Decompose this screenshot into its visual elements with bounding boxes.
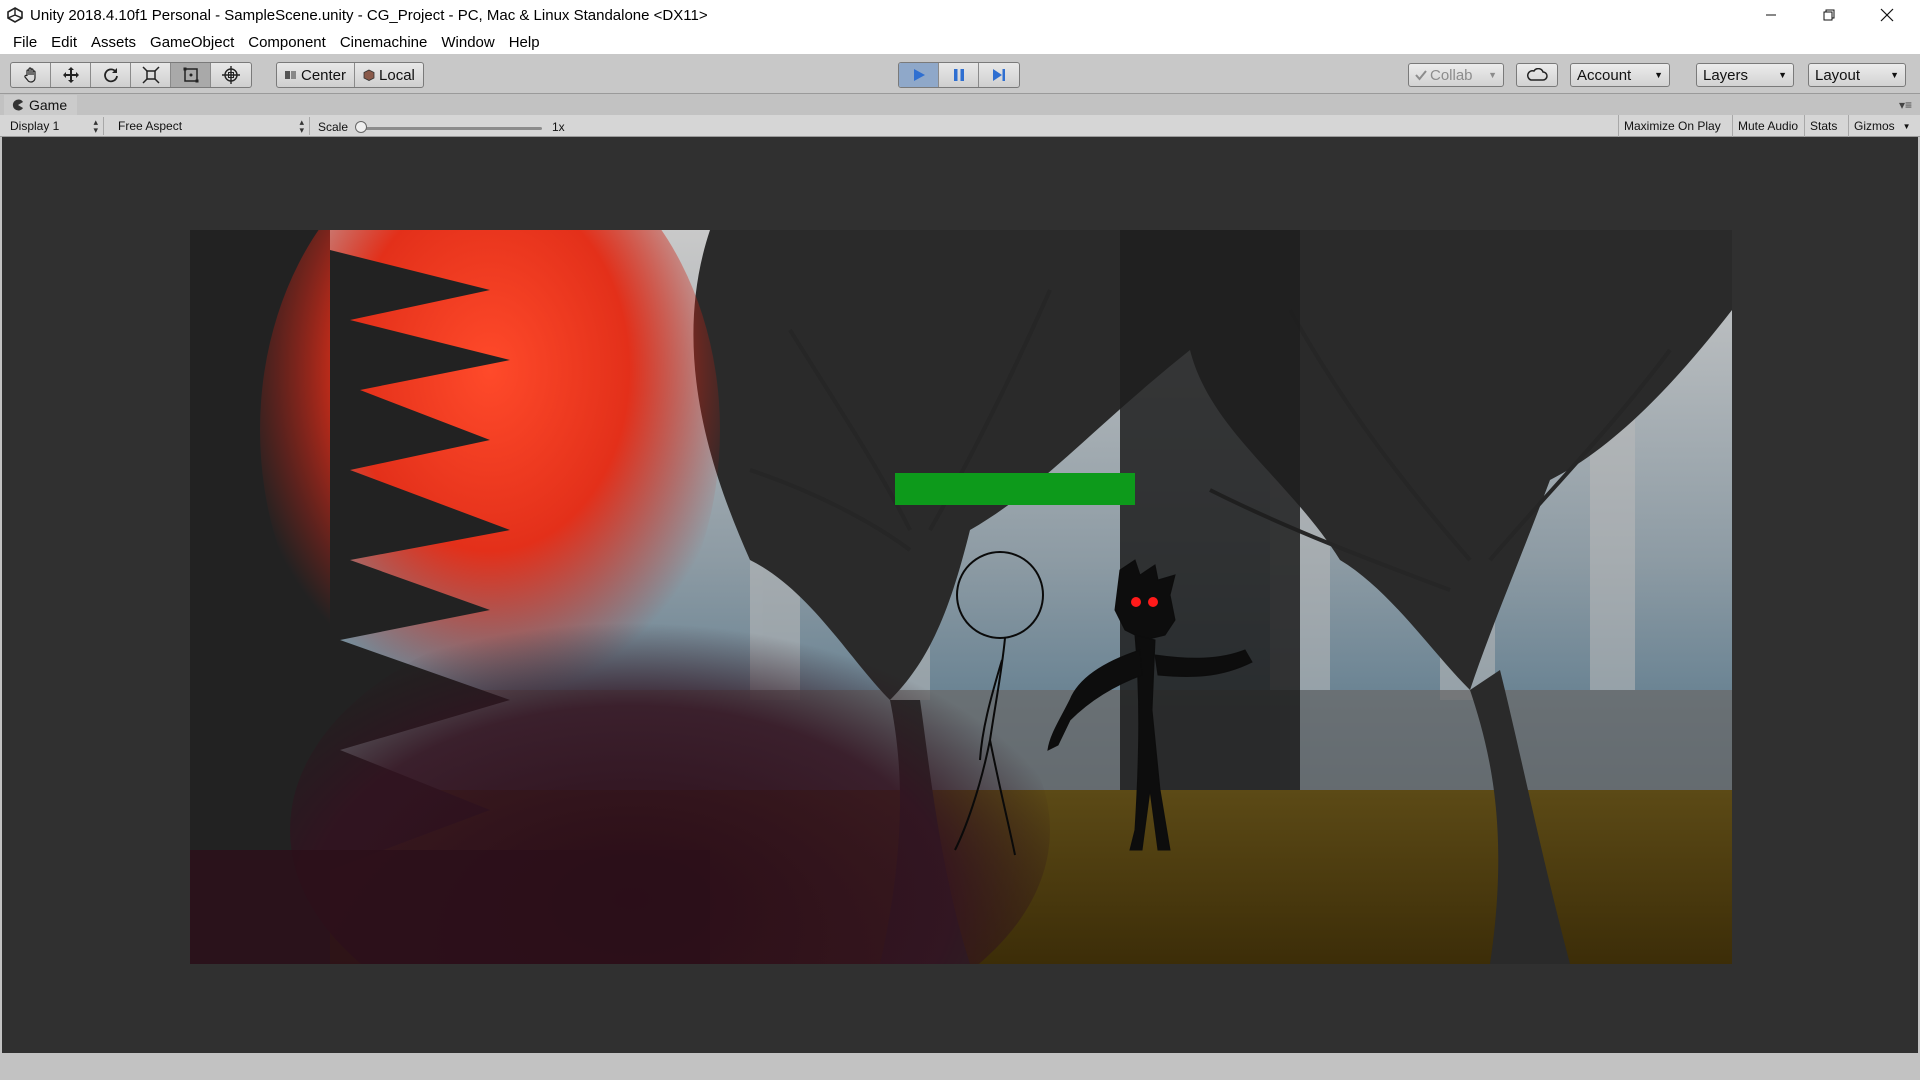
menu-cinemachine[interactable]: Cinemachine [333,34,435,51]
check-icon [1415,70,1427,81]
minimize-icon [1766,14,1776,16]
display-label: Display 1 [10,119,60,133]
pivot-controls: Center Local [276,62,424,88]
cloud-icon [1527,68,1548,81]
unity-logo-icon [0,0,30,30]
close-button[interactable] [1858,0,1916,30]
scale-label: Scale [318,120,349,134]
chevron-down-icon: ▼ [1488,70,1497,80]
panel-menu-icon[interactable]: ▾≡ [1899,98,1912,112]
stats-toggle[interactable]: Stats [1804,115,1842,137]
pause-button[interactable] [939,63,979,87]
tab-game[interactable]: Game [4,95,78,115]
layers-dropdown[interactable]: Layers ▼ [1696,63,1794,87]
chevron-down-icon: ▼ [1654,70,1663,80]
transform-tool-button[interactable] [211,63,251,87]
game-scene-render [190,230,1732,964]
menu-edit[interactable]: Edit [44,34,84,51]
play-controls [898,62,1020,88]
main-toolbar: Center Local Collab ▼ Account ▼ Layers ▼ [0,54,1920,94]
gizmos-toggle[interactable]: Gizmos ▼ [1848,115,1918,137]
game-view-toolbar: Display 1 ▴ ▾ Free Aspect ▴ ▾ Scale 1x Max… [0,115,1920,137]
step-icon [993,69,1005,81]
pivot-rotation-label: Local [379,66,415,84]
menu-help[interactable]: Help [502,34,547,51]
pivot-mode-label: Center [301,66,347,84]
window-title: Unity 2018.4.10f1 Personal - SampleScene… [30,6,708,24]
menu-window[interactable]: Window [434,34,501,51]
menu-file[interactable]: File [6,34,44,51]
rotate-tool-icon [103,68,118,83]
menu-bar: File Edit Assets GameObject Component Ci… [0,30,1920,54]
rotate-tool-button[interactable] [91,63,131,87]
pivot-mode-button[interactable]: Center [277,63,356,87]
aspect-label: Free Aspect [118,119,183,133]
scale-slider-thumb[interactable] [355,121,367,133]
chevron-down-icon: ▼ [1902,121,1911,131]
close-icon [1880,8,1894,22]
hand-tool-button[interactable] [11,63,51,87]
menu-assets[interactable]: Assets [84,34,143,51]
menu-gameobject[interactable]: GameObject [143,34,241,51]
tab-game-label: Game [29,97,68,113]
rect-tool-button[interactable] [171,63,211,87]
hand-tool-icon [23,67,36,83]
layers-label: Layers [1703,66,1749,84]
game-scene[interactable] [190,230,1732,964]
layout-label: Layout [1815,66,1861,84]
pacman-game-icon [12,99,23,111]
restore-button[interactable] [1800,0,1858,30]
chevron-down-icon: ▼ [1890,70,1899,80]
pivot-center-icon [285,71,296,79]
stats-label: Stats [1810,119,1838,133]
local-cube-icon [363,69,375,81]
move-tool-button[interactable] [51,63,91,87]
game-viewport[interactable] [2,137,1918,1053]
play-button[interactable] [899,63,939,87]
transform-tool-icon [222,66,240,84]
mute-audio-label: Mute Audio [1738,119,1799,133]
layout-dropdown[interactable]: Layout ▼ [1808,63,1906,87]
account-dropdown[interactable]: Account ▼ [1570,63,1670,87]
panel-tab-bar: Game ▾≡ [0,95,1920,115]
scale-tool-icon [141,66,160,84]
cloud-button[interactable] [1516,63,1558,87]
collab-label: Collab [1430,66,1473,84]
account-label: Account [1577,66,1632,84]
scale-value: 1x [552,120,565,134]
pause-icon [953,69,964,81]
transform-tools [10,62,252,88]
display-select[interactable]: Display 1 ▴ ▾ [4,117,104,135]
step-button[interactable] [979,63,1019,87]
scale-tool-button[interactable] [131,63,171,87]
minimize-button[interactable] [1742,0,1800,30]
menu-component[interactable]: Component [241,34,333,51]
mute-audio-toggle[interactable]: Mute Audio [1732,115,1803,137]
scale-slider-track[interactable] [360,127,542,130]
updown-icon: ▴ ▾ [93,117,98,135]
maximize-on-play-label: Maximize On Play [1624,119,1721,133]
rect-tool-icon [183,67,198,83]
chevron-down-icon: ▼ [1778,70,1787,80]
maximize-on-play-toggle[interactable]: Maximize On Play [1618,115,1726,137]
title-bar: Unity 2018.4.10f1 Personal - SampleScene… [0,0,1920,30]
collab-dropdown[interactable]: Collab ▼ [1408,63,1504,87]
health-bar [895,473,1135,505]
move-tool-icon [62,67,79,83]
pivot-rotation-button[interactable]: Local [355,63,423,87]
gizmos-label: Gizmos [1854,119,1895,133]
updown-icon: ▴ ▾ [299,117,304,135]
aspect-select[interactable]: Free Aspect ▴ ▾ [112,117,310,135]
restore-icon [1823,9,1835,21]
status-bar [0,1053,1920,1080]
play-icon [913,69,925,81]
